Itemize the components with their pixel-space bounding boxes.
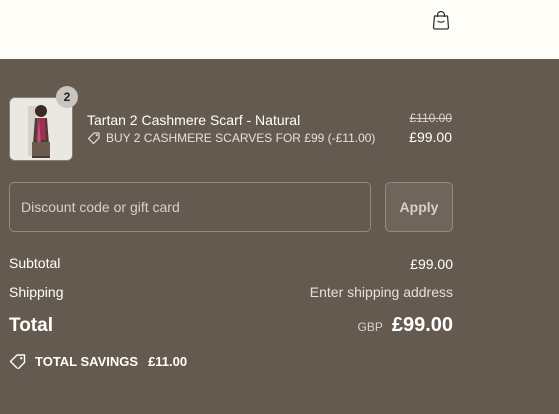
original-price: £110.00 — [409, 111, 453, 125]
total-label: Total — [9, 315, 53, 336]
tag-icon — [87, 132, 100, 145]
subtotal-label: Subtotal — [9, 255, 61, 271]
shipping-value: Enter shipping address — [309, 284, 453, 300]
currency-code: GBP — [357, 320, 383, 334]
line-discount: BUY 2 CASHMERE SCARVES FOR £99 (-£11.00) — [87, 131, 375, 145]
apply-button[interactable]: Apply — [385, 182, 453, 232]
total-savings: TOTAL SAVINGS £11.00 — [9, 353, 187, 369]
discount-label: BUY 2 CASHMERE SCARVES FOR £99 (-£11.00) — [106, 131, 376, 145]
savings-label: TOTAL SAVINGS — [35, 353, 139, 369]
discount-code-input[interactable] — [9, 182, 371, 232]
shopping-bag-icon — [432, 10, 450, 30]
order-summary: 2 Tartan 2 Cashmere Scarf - Natural BUY … — [0, 59, 559, 414]
cart-button[interactable] — [430, 8, 452, 32]
product-name: Tartan 2 Cashmere Scarf - Natural — [87, 112, 301, 128]
shipping-label: Shipping — [9, 284, 64, 300]
discounted-price: £99.00 — [409, 129, 452, 145]
quantity-badge: 2 — [56, 86, 78, 108]
total-amount: £99.00 — [391, 314, 453, 336]
tag-icon — [9, 354, 26, 369]
savings-amount: £11.00 — [148, 353, 188, 369]
subtotal-value: £99.00 — [410, 256, 453, 272]
store-header — [0, 0, 559, 59]
total-value: GBP £99.00 — [357, 314, 453, 337]
